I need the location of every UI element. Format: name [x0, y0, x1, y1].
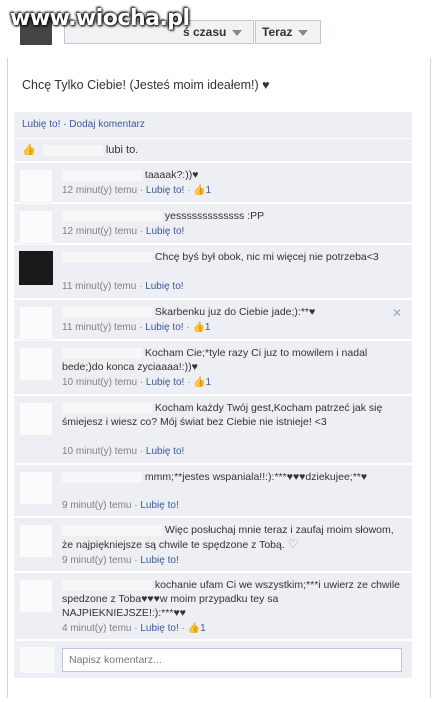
comment-composer	[14, 640, 412, 678]
comment-body: yesssssssssssss :PP	[62, 209, 402, 223]
comment-like-link[interactable]: Lubię to!	[146, 377, 184, 388]
add-comment-link[interactable]: Dodaj komentarz	[69, 119, 145, 130]
comment-body: Skarbenku juz do Ciebie jade;):**♥	[62, 305, 402, 319]
blurred-name	[62, 402, 152, 414]
blurred-name	[62, 306, 152, 318]
thumbs-up-icon: 👍	[22, 144, 36, 156]
comment-body: Chcę byś był obok, nic mi więcej nie pot…	[62, 250, 402, 264]
likes-row: 👍 lubi to.	[14, 139, 412, 161]
watermark: www.wiocha.pl	[10, 6, 190, 31]
avatar	[19, 210, 53, 244]
comment-time: 9 minut(y) temu	[62, 500, 132, 511]
blurred-name	[62, 471, 142, 483]
like-count[interactable]: 1	[200, 623, 206, 634]
comment-item: Kocham Cie;*tyle razy Ci juz to mowilem …	[14, 340, 412, 394]
comment-meta: 9 minut(y) temu · Lubię to!	[62, 555, 179, 566]
comment-time: 10 minut(y) temu	[62, 446, 138, 457]
avatar	[19, 347, 53, 381]
comment-item: Skarbenku juz do Ciebie jade;):**♥ ✕ 11 …	[14, 299, 412, 340]
comment-item: Kocham każdy Twój gest,Kocham patrzeć ja…	[14, 395, 412, 463]
comment-body: mmm;**jestes wspaniala!!:):***♥♥♥dziekuj…	[62, 470, 402, 484]
blurred-name	[62, 210, 162, 222]
comment-like-link[interactable]: Lubię to!	[146, 446, 184, 457]
like-count[interactable]: 1	[205, 322, 211, 333]
blurred-name	[62, 524, 162, 536]
comment-meta: 11 minut(y) temu · Lubię to!	[62, 281, 184, 292]
time-dropdown-label: Teraz	[262, 25, 293, 39]
comment-time: 10 minut(y) temu	[62, 377, 138, 388]
comment-text: taaaak?:))♥	[144, 169, 199, 181]
chevron-down-icon	[298, 29, 309, 36]
chevron-down-icon	[232, 29, 243, 36]
separator: ·	[63, 119, 67, 130]
blurred-name	[62, 347, 142, 359]
thumbs-up-icon: 👍	[187, 623, 201, 634]
time-dropdown[interactable]: Teraz	[255, 20, 321, 44]
comment-body: taaaak?:))♥	[62, 168, 402, 182]
thumbs-up-icon: 👍	[192, 322, 205, 333]
comment-body: Kocham każdy Twój gest,Kocham patrzeć ja…	[62, 401, 402, 429]
avatar	[19, 579, 53, 613]
likes-text: lubi to.	[105, 144, 139, 156]
comment-like-link[interactable]: Lubię to!	[140, 623, 178, 634]
comment-text: yesssssssssssss :PP	[164, 210, 265, 222]
close-icon[interactable]: ✕	[392, 306, 402, 320]
comment-meta: 10 minut(y) temu · Lubię to! · 👍1	[62, 377, 212, 388]
avatar	[19, 306, 53, 340]
comment-meta: 11 minut(y) temu · Lubię to! · 👍1	[62, 322, 211, 333]
comment-like-link[interactable]: Lubię to!	[140, 555, 178, 566]
comment-body: Więc posłuchaj mnie teraz i zaufaj moim …	[62, 523, 402, 552]
comment-item: taaaak?:))♥ 12 minut(y) temu · Lubię to!…	[14, 162, 412, 203]
comment-item: kochanie ufam Ci we wszystkim;***i uwier…	[14, 572, 412, 639]
avatar	[19, 402, 53, 436]
avatar	[19, 251, 53, 285]
comment-time: 9 minut(y) temu	[62, 555, 132, 566]
comment-text: Chcę byś był obok, nic mi więcej nie pot…	[154, 251, 379, 263]
comment-time: 11 minut(y) temu	[62, 322, 137, 333]
comment-text: Skarbenku juz do Ciebie jade;):**♥	[154, 306, 316, 318]
comment-input[interactable]	[62, 648, 402, 672]
comment-meta: 9 minut(y) temu · Lubię to!	[62, 500, 179, 511]
blurred-name	[62, 169, 142, 181]
comment-body: kochanie ufam Ci we wszystkim;***i uwier…	[62, 578, 402, 620]
avatar	[19, 169, 53, 203]
comment-item: Chcę byś był obok, nic mi więcej nie pot…	[14, 244, 412, 298]
comment-body: Kocham Cie;*tyle razy Ci juz to mowilem …	[62, 346, 402, 374]
comment-item: yesssssssssssss :PP 12 minut(y) temu · L…	[14, 203, 412, 244]
comment-meta: 12 minut(y) temu · Lubię to!	[62, 226, 185, 237]
comment-like-link[interactable]: Lubię to!	[146, 185, 184, 196]
comment-like-link[interactable]: Lubię to!	[145, 322, 183, 333]
thumbs-up-icon: 👍	[193, 377, 206, 388]
avatar	[19, 471, 53, 505]
blurred-name	[62, 251, 152, 263]
post-actions: Lubię to! · Dodaj komentarz	[14, 112, 412, 138]
comment-like-link[interactable]: Lubię to!	[140, 500, 178, 511]
comment-meta: 10 minut(y) temu · Lubię to!	[62, 446, 185, 457]
comment-text: mmm;**jestes wspaniala!!:):***♥♥♥dziekuj…	[144, 471, 368, 483]
comment-time: 12 minut(y) temu	[62, 226, 138, 237]
top-bar: ś czasu Teraz www.wiocha.pl	[0, 0, 438, 58]
comment-like-link[interactable]: Lubię to!	[146, 226, 184, 237]
post-text: Chcę Tylko Ciebie! (Jesteś moim ideałem!…	[22, 78, 270, 92]
thumbs-up-icon: 👍	[193, 185, 206, 196]
blurred-name	[42, 144, 103, 156]
blurred-name	[62, 579, 152, 591]
like-count[interactable]: 1	[206, 185, 212, 196]
comment-like-link[interactable]: Lubię to!	[145, 281, 183, 292]
comment-time: 4 minut(y) temu	[62, 623, 132, 634]
avatar	[19, 524, 53, 558]
comment-item: Więc posłuchaj mnie teraz i zaufaj moim …	[14, 517, 412, 571]
comment-meta: 4 minut(y) temu · Lubię to! · 👍1	[62, 623, 206, 634]
comment-time: 11 minut(y) temu	[62, 281, 137, 292]
comment-time: 12 minut(y) temu	[62, 185, 138, 196]
like-count[interactable]: 1	[206, 377, 212, 388]
comment-meta: 12 minut(y) temu · Lubię to! · 👍1	[62, 185, 212, 196]
comment-item: mmm;**jestes wspaniala!!:):***♥♥♥dziekuj…	[14, 464, 412, 516]
like-link[interactable]: Lubię to!	[22, 119, 60, 130]
avatar	[20, 647, 54, 673]
heart-icon: ♡	[287, 537, 299, 551]
